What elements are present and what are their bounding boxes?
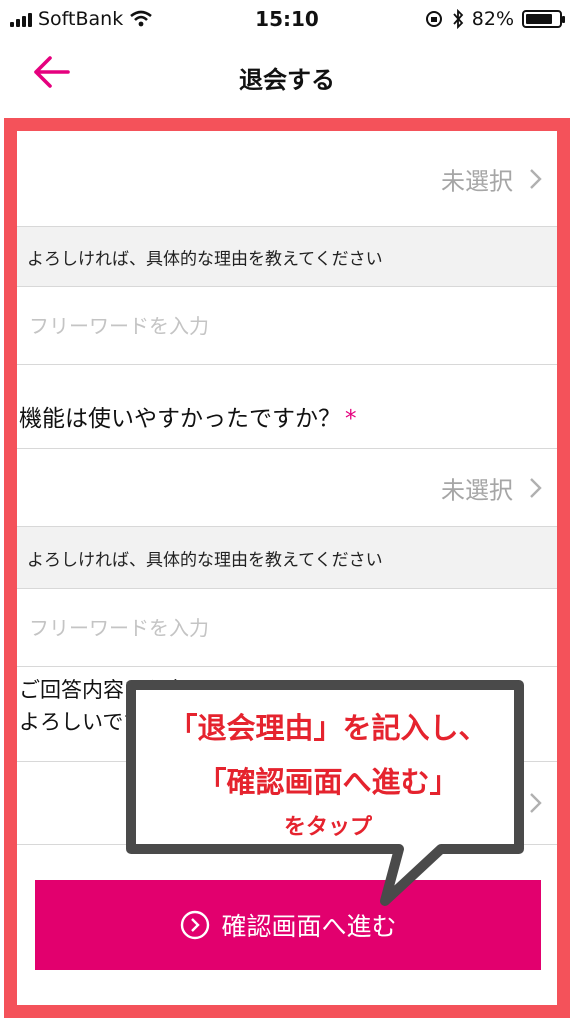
reason-prompt-label: よろしければ、具体的な理由を教えてください — [27, 550, 383, 570]
annotation-callout: 「退会理由」を記入し、 「確認画面へ進む」 をタップ — [123, 677, 527, 906]
free-text-input-2[interactable] — [17, 589, 557, 666]
reason-prompt-label: よろしければ、具体的な理由を教えてください — [27, 249, 383, 269]
reason-prompt-row: よろしければ、具体的な理由を教えてください — [17, 227, 557, 287]
question-usability-label: 機能は使いやすかったですか？ * — [19, 399, 357, 433]
required-mark: * — [345, 406, 357, 432]
callout-line-3: をタップ — [283, 815, 372, 840]
select-value: 未選択 — [441, 167, 513, 195]
page-title: 退会する — [239, 66, 335, 94]
battery-percent: 82% — [471, 8, 514, 30]
status-right: 82% — [424, 8, 565, 30]
nav-bar: 退会する — [0, 40, 574, 112]
battery-icon — [522, 10, 565, 28]
question-usability-text: 機能は使いやすかったですか？ — [19, 406, 341, 432]
orientation-lock-icon — [425, 11, 442, 27]
question-row-usability: 機能は使いやすかったですか？ * — [17, 365, 557, 449]
select-value: 未選択 — [441, 476, 513, 504]
chevron-right-icon — [530, 477, 542, 498]
select-row-usability[interactable]: 未選択 — [17, 449, 557, 527]
free-input-row-2 — [17, 589, 557, 667]
chevron-right-icon — [530, 168, 542, 189]
callout-line-2: 「確認画面へ進む」 — [197, 765, 459, 799]
status-bar: SoftBank 15:10 82% — [0, 0, 574, 40]
reason-prompt-row-2: よろしければ、具体的な理由を教えてください — [17, 527, 557, 589]
select-row-reason[interactable]: 未選択 — [17, 131, 557, 227]
bluetooth-icon — [453, 9, 464, 29]
callout-line-1: 「退会理由」を記入し、 — [168, 711, 488, 745]
battery-level — [526, 14, 553, 24]
free-text-input[interactable] — [17, 287, 557, 364]
free-input-row — [17, 287, 557, 365]
